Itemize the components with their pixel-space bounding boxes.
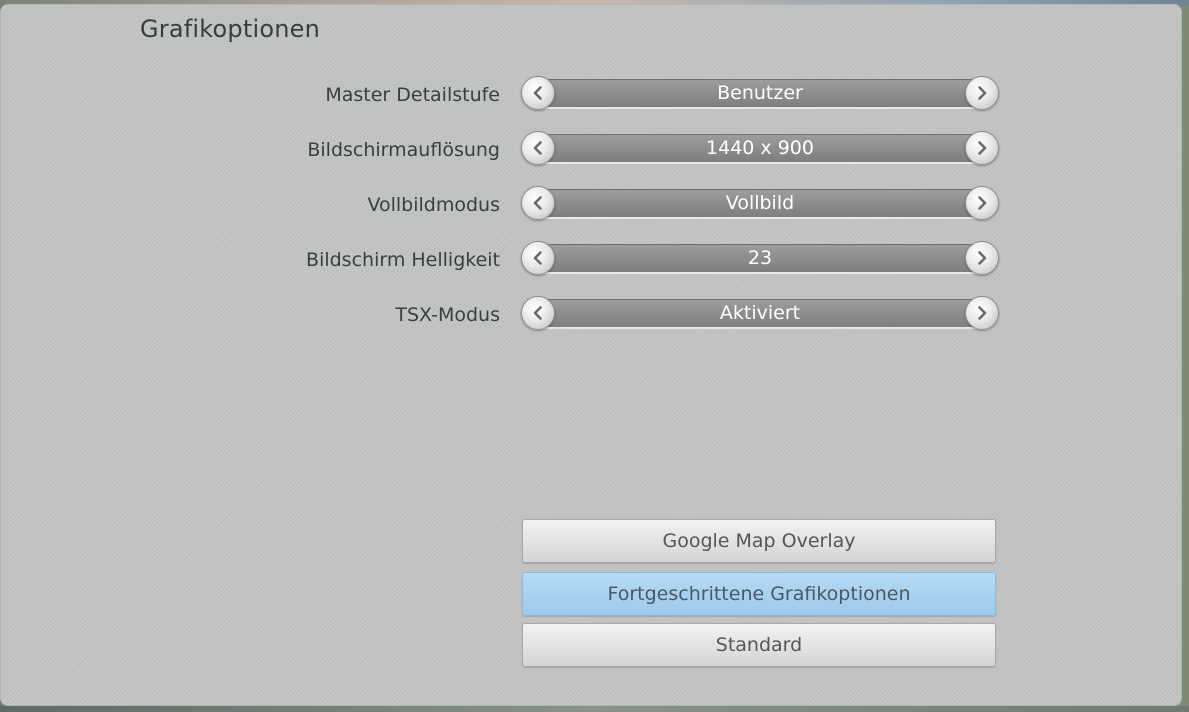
previous-button[interactable] [521, 296, 555, 330]
button-label: Fortgeschrittene Grafikoptionen [607, 583, 911, 605]
next-button[interactable] [965, 241, 999, 275]
chevron-right-icon [978, 86, 987, 100]
setting-row-fullscreen: Vollbildmodus Vollbild [1, 186, 1001, 226]
stepper-value: 1440 x 900 [706, 137, 814, 159]
previous-button[interactable] [521, 186, 555, 220]
background-scene-bottom [0, 706, 1189, 712]
google-map-overlay-button[interactable]: Google Map Overlay [522, 519, 996, 563]
chevron-left-icon [533, 251, 542, 265]
fullscreen-stepper: Vollbild [521, 186, 999, 222]
chevron-right-icon [978, 196, 987, 210]
next-button[interactable] [965, 296, 999, 330]
button-label: Google Map Overlay [662, 530, 856, 552]
resolution-stepper: 1440 x 900 [521, 131, 999, 167]
chevron-left-icon [533, 86, 542, 100]
next-button[interactable] [965, 131, 999, 165]
next-button[interactable] [965, 76, 999, 110]
previous-button[interactable] [521, 131, 555, 165]
setting-row-resolution: Bildschirmauflösung 1440 x 900 [1, 131, 1001, 171]
graphics-options-panel: Grafikoptionen Master Detailstufe Benutz… [0, 4, 1182, 706]
chevron-right-icon [978, 251, 987, 265]
stepper-value: Vollbild [725, 192, 795, 214]
stepper-value: Aktiviert [719, 302, 801, 324]
chevron-left-icon [533, 141, 542, 155]
setting-row-tsx-mode: TSX-Modus Aktiviert [1, 296, 1001, 336]
setting-label: Vollbildmodus [367, 194, 500, 216]
previous-button[interactable] [521, 241, 555, 275]
setting-label: Bildschirmauflösung [307, 139, 500, 161]
chevron-left-icon [533, 306, 542, 320]
chevron-right-icon [978, 141, 987, 155]
page-title: Grafikoptionen [140, 15, 320, 43]
brightness-stepper: 23 [521, 241, 999, 277]
stepper-value: Benutzer [717, 82, 803, 104]
next-button[interactable] [965, 186, 999, 220]
setting-row-master-detail: Master Detailstufe Benutzer [1, 76, 1001, 116]
setting-label: TSX-Modus [395, 304, 500, 326]
master-detail-stepper: Benutzer [521, 76, 999, 112]
chevron-left-icon [533, 196, 542, 210]
stepper-value: 23 [747, 247, 773, 269]
chevron-right-icon [978, 306, 987, 320]
tsx-mode-stepper: Aktiviert [521, 296, 999, 332]
setting-label: Master Detailstufe [325, 84, 500, 106]
button-label: Standard [715, 634, 803, 656]
standard-button[interactable]: Standard [522, 623, 996, 667]
previous-button[interactable] [521, 76, 555, 110]
setting-row-brightness: Bildschirm Helligkeit 23 [1, 241, 1001, 281]
advanced-graphics-options-button[interactable]: Fortgeschrittene Grafikoptionen [522, 572, 996, 616]
setting-label: Bildschirm Helligkeit [306, 249, 500, 271]
